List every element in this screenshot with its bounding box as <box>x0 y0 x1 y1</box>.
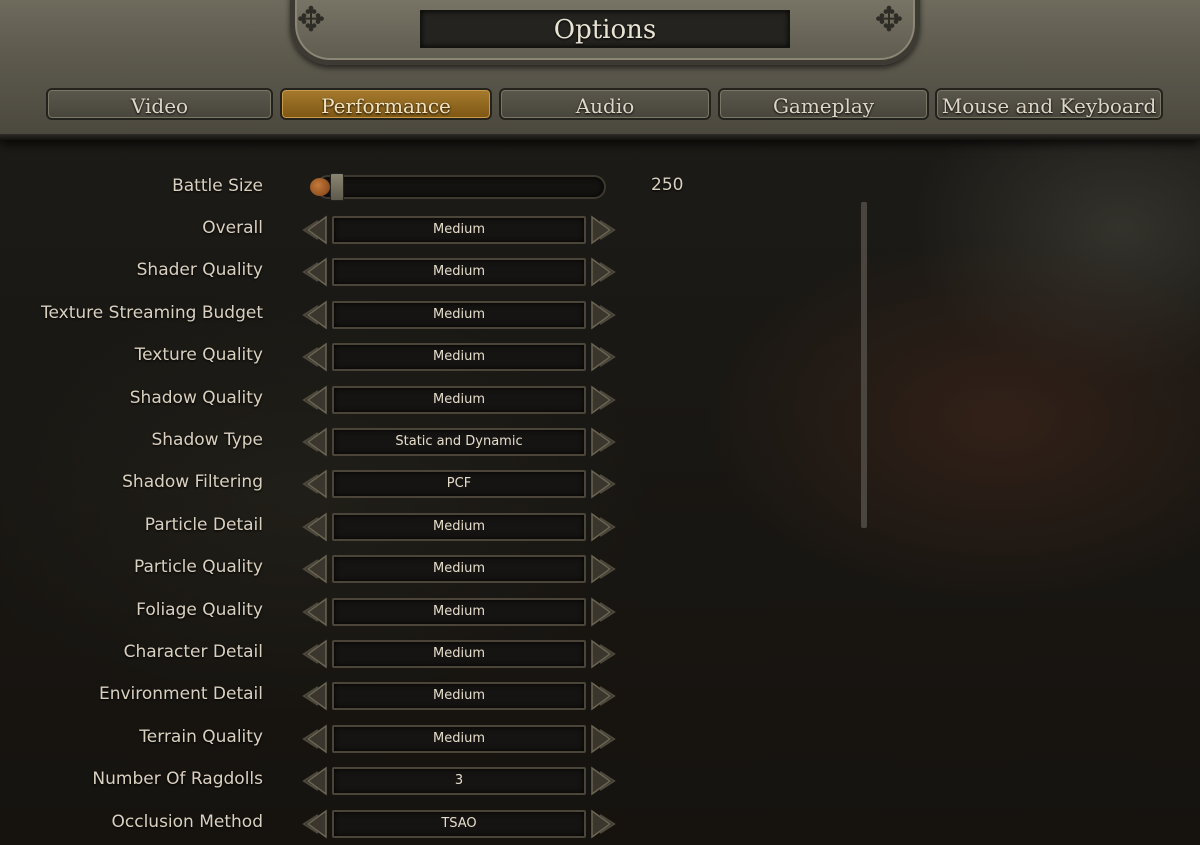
arrow-right-icon[interactable] <box>590 469 618 499</box>
arrow-left-icon[interactable] <box>300 554 328 584</box>
slider-track[interactable] <box>316 175 606 199</box>
setting-value[interactable]: Medium <box>332 512 586 541</box>
arrow-right-icon[interactable] <box>590 300 618 330</box>
arrow-right-icon[interactable] <box>590 639 618 669</box>
slider-handle[interactable] <box>330 173 344 201</box>
battle-size-label: Battle Size <box>172 176 263 196</box>
arrow-left-icon[interactable] <box>300 215 328 245</box>
scrollbar-thumb[interactable] <box>861 202 867 528</box>
setting-value[interactable]: Medium <box>332 640 586 668</box>
arrow-right-icon[interactable] <box>590 597 618 627</box>
arrow-left-icon[interactable] <box>300 385 328 415</box>
arrow-left-icon[interactable] <box>300 724 328 754</box>
arrow-right-icon[interactable] <box>590 554 618 584</box>
arrow-left-icon[interactable] <box>300 681 328 711</box>
arrow-left-icon[interactable] <box>300 512 328 542</box>
setting-label: Shadow Quality <box>129 387 263 408</box>
setting-value[interactable]: 3 <box>332 767 586 796</box>
setting-label: Shadow Type <box>151 430 263 450</box>
arrow-right-icon[interactable] <box>590 257 618 287</box>
celtic-knot-icon: ✥ <box>296 0 326 40</box>
setting-value[interactable]: Medium <box>332 555 586 584</box>
setting-label: Shader Quality <box>136 260 263 281</box>
arrow-left-icon[interactable] <box>300 809 328 839</box>
arrow-right-icon[interactable] <box>590 681 618 711</box>
arrow-right-icon[interactable] <box>590 342 618 372</box>
arrow-left-icon[interactable] <box>300 257 328 287</box>
setting-label: Shadow Filtering <box>122 472 263 493</box>
arrow-left-icon[interactable] <box>300 766 328 796</box>
scrollbar[interactable] <box>861 202 867 528</box>
setting-value[interactable]: Medium <box>332 343 586 372</box>
arrow-right-icon[interactable] <box>590 766 618 796</box>
slider-fill-dot <box>310 178 330 196</box>
setting-label: Terrain Quality <box>139 726 263 747</box>
battle-size-slider[interactable] <box>300 171 618 203</box>
tab-mouse-and-keyboard[interactable]: Mouse and Keyboard <box>935 88 1163 120</box>
arrow-left-icon[interactable] <box>300 639 328 669</box>
arrow-right-icon[interactable] <box>590 215 618 245</box>
setting-label: Occlusion Method <box>111 811 264 832</box>
setting-value[interactable]: Medium <box>332 258 586 287</box>
setting-label: Texture Quality <box>134 345 263 366</box>
arrow-right-icon[interactable] <box>590 512 618 542</box>
arrow-right-icon[interactable] <box>590 724 618 754</box>
celtic-knot-icon: ✥ <box>874 0 904 40</box>
setting-value[interactable]: Medium <box>332 597 586 626</box>
setting-label: Particle Detail <box>144 514 263 535</box>
setting-label: Particle Quality <box>134 557 263 578</box>
setting-label: Environment Detail <box>98 684 263 705</box>
page-title: Options <box>553 15 657 45</box>
arrow-right-icon[interactable] <box>590 809 618 839</box>
setting-label: Texture Streaming Budget <box>41 302 263 323</box>
battle-size-value: 250 <box>651 175 684 195</box>
options-header: ✥ ✥ Options Video Performance Audio Game… <box>0 0 1200 140</box>
arrow-left-icon[interactable] <box>300 342 328 372</box>
setting-value[interactable]: PCF <box>332 470 586 499</box>
setting-value[interactable]: Medium <box>332 216 586 244</box>
arrow-left-icon[interactable] <box>300 300 328 330</box>
arrow-left-icon[interactable] <box>300 427 328 457</box>
arrow-right-icon[interactable] <box>590 385 618 415</box>
setting-value[interactable]: Static and Dynamic <box>332 428 586 456</box>
tab-gameplay[interactable]: Gameplay <box>718 88 929 120</box>
setting-label: Character Detail <box>123 642 263 662</box>
setting-label: Number Of Ragdolls <box>92 769 263 790</box>
tab-video[interactable]: Video <box>46 88 273 120</box>
setting-value[interactable]: TSAO <box>332 809 586 838</box>
arrow-left-icon[interactable] <box>300 469 328 499</box>
setting-label: Foliage Quality <box>136 599 263 620</box>
setting-label: Overall <box>202 218 263 238</box>
arrow-right-icon[interactable] <box>590 427 618 457</box>
tab-audio[interactable]: Audio <box>499 88 711 120</box>
setting-value[interactable]: Medium <box>332 724 586 753</box>
setting-value[interactable]: Medium <box>332 682 586 711</box>
setting-value[interactable]: Medium <box>332 300 586 329</box>
arrow-left-icon[interactable] <box>300 597 328 627</box>
tab-performance[interactable]: Performance <box>280 88 492 120</box>
title-box: Options <box>420 10 790 48</box>
setting-value[interactable]: Medium <box>332 385 586 414</box>
